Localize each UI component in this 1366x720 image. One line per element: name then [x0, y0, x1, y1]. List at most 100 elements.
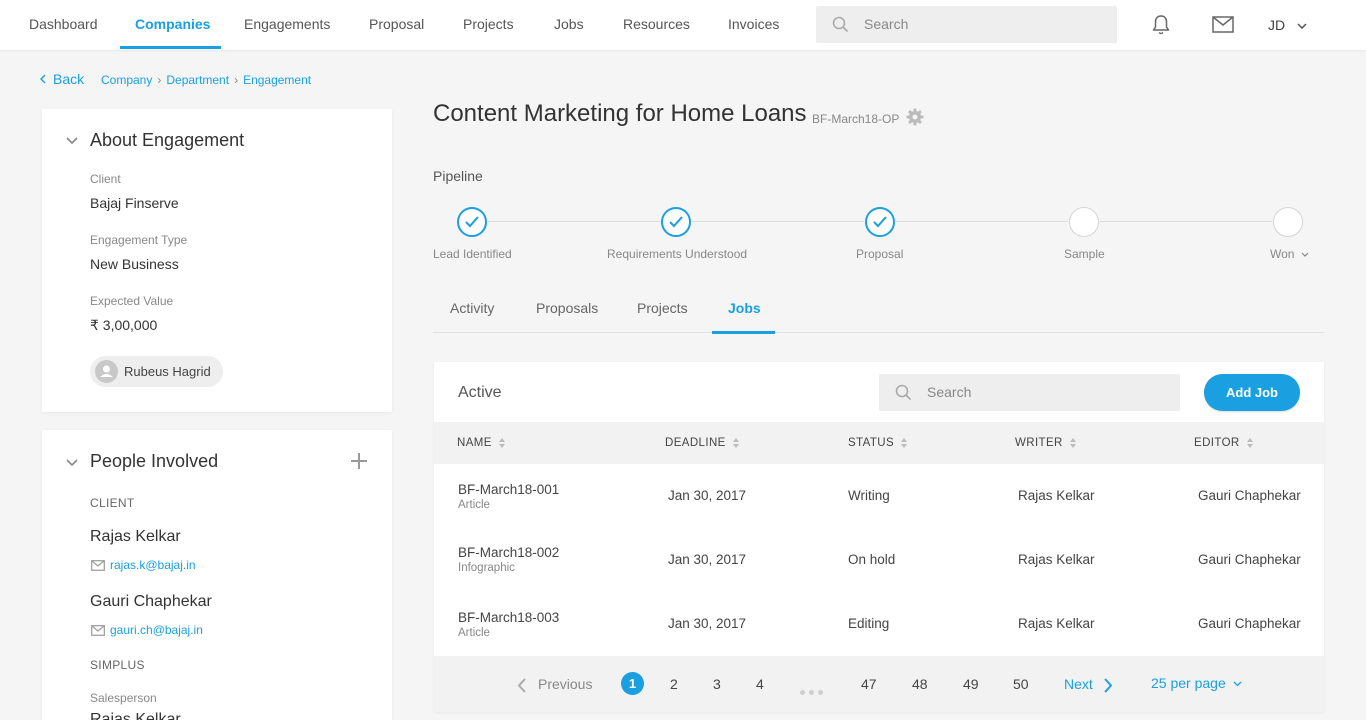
top-navigation: Dashboard Companies Engagements Proposal… [0, 0, 1366, 50]
job-editor: Gauri Chaphekar [1198, 616, 1301, 631]
nav-projects[interactable]: Projects [463, 0, 514, 50]
nav-proposal[interactable]: Proposal [369, 0, 424, 50]
pipeline-step-proposal[interactable] [865, 207, 895, 237]
tab-activity[interactable]: Activity [450, 300, 494, 316]
tab-proposals[interactable]: Proposals [536, 300, 598, 316]
sort-icon [901, 437, 908, 448]
column-header-name[interactable]: NAME [457, 422, 505, 464]
job-editor: Gauri Chaphekar [1198, 552, 1301, 567]
sort-icon [498, 437, 505, 448]
avatar [95, 360, 118, 383]
pipeline-connector [488, 221, 660, 222]
jobs-panel-title: Active [458, 384, 502, 401]
column-header-label: EDITOR [1194, 437, 1240, 449]
chevron-down-icon [1233, 681, 1242, 687]
nav-resources[interactable]: Resources [623, 0, 690, 50]
salesperson-label: Salesperson [90, 691, 157, 705]
sort-icon [732, 437, 739, 448]
tab-projects[interactable]: Projects [637, 300, 688, 316]
pipeline-step-requirements-understood[interactable] [661, 207, 691, 237]
page-link[interactable]: 2 [670, 656, 678, 712]
column-header-label: WRITER [1015, 437, 1063, 449]
breadcrumb-separator: › [157, 73, 162, 87]
person-icon [100, 365, 113, 377]
nav-engagements[interactable]: Engagements [244, 0, 330, 50]
owner-name: Rubeus Hagrid [124, 364, 211, 379]
job-deadline: Jan 30, 2017 [668, 488, 747, 503]
pipeline-step-won[interactable] [1273, 207, 1303, 237]
simplus-section-label: SIMPLUS [90, 658, 145, 672]
per-page-dropdown[interactable]: 25 per page [1151, 656, 1242, 710]
table-row[interactable]: BF-March18-001 Article Jan 30, 2017 Writ… [434, 464, 1324, 528]
job-status: On hold [848, 552, 896, 567]
job-name: BF-March18-001 [458, 482, 560, 497]
bell-icon[interactable] [1151, 14, 1171, 36]
job-name: BF-March18-003 [458, 610, 560, 625]
job-writer: Rajas Kelkar [1018, 616, 1095, 631]
expected-value-value: ₹ 3,00,000 [90, 317, 158, 333]
global-search-input[interactable]: Search [816, 6, 1117, 43]
salesperson-name: Rajas Kelkar [90, 711, 181, 720]
pipeline-step-label: Won [1270, 247, 1295, 261]
sort-icon [1069, 437, 1076, 448]
pipeline-connector [896, 221, 1068, 222]
engagement-type-value: New Business [90, 256, 179, 272]
pipeline-step-lead-identified[interactable] [457, 207, 487, 237]
tab-active-indicator [712, 331, 775, 334]
pipeline-won-dropdown[interactable]: Won [1270, 247, 1309, 261]
page-current[interactable]: 1 [621, 672, 644, 695]
pipeline-step-sample[interactable] [1069, 207, 1099, 237]
column-header-status[interactable]: STATUS [848, 422, 908, 464]
tabs-divider [433, 332, 1324, 333]
mail-icon[interactable] [1212, 16, 1234, 33]
nav-invoices[interactable]: Invoices [728, 0, 779, 50]
collapse-chevron-icon[interactable] [66, 137, 78, 145]
user-menu[interactable]: JD [1268, 0, 1307, 50]
pagination-ellipsis [800, 682, 827, 700]
user-initials: JD [1268, 17, 1286, 33]
check-icon [465, 216, 479, 228]
pipeline-connector [1100, 221, 1272, 222]
nav-dashboard[interactable]: Dashboard [29, 0, 98, 50]
column-header-deadline[interactable]: DEADLINE [665, 422, 739, 464]
engagement-code: BF-March18-OP [812, 112, 900, 126]
job-type: Infographic [458, 562, 515, 574]
previous-page-button[interactable]: Previous [517, 656, 592, 712]
breadcrumb-engagement[interactable]: Engagement [243, 73, 311, 87]
page-link[interactable]: 4 [756, 656, 764, 712]
page-link[interactable]: 50 [1013, 656, 1029, 712]
add-person-icon[interactable] [350, 452, 368, 470]
global-search-placeholder: Search [864, 16, 909, 32]
column-header-writer[interactable]: WRITER [1015, 422, 1076, 464]
job-type: Article [458, 627, 490, 639]
sort-icon [1246, 437, 1253, 448]
page-link[interactable]: 48 [912, 656, 928, 712]
expected-value-label: Expected Value [90, 294, 174, 308]
jobs-panel: Active Search Add Job NAME DEADLINE STAT… [434, 362, 1324, 712]
page-link[interactable]: 47 [861, 656, 877, 712]
add-job-button[interactable]: Add Job [1204, 374, 1300, 411]
page-link[interactable]: 49 [963, 656, 979, 712]
client-person-name: Rajas Kelkar [90, 528, 181, 545]
table-row[interactable]: BF-March18-003 Article Jan 30, 2017 Edit… [434, 592, 1324, 656]
nav-companies[interactable]: Companies [135, 0, 210, 50]
breadcrumb-company[interactable]: Company [101, 73, 152, 87]
jobs-search-input[interactable]: Search [879, 374, 1180, 411]
table-row[interactable]: BF-March18-002 Infographic Jan 30, 2017 … [434, 528, 1324, 592]
pipeline-step-label: Proposal [856, 247, 904, 261]
nav-jobs[interactable]: Jobs [554, 0, 584, 50]
next-label: Next [1064, 676, 1093, 692]
back-label: Back [53, 71, 85, 87]
page-link[interactable]: 3 [713, 656, 721, 712]
client-label: Client [90, 172, 121, 186]
check-icon [873, 216, 887, 228]
gear-icon[interactable] [906, 108, 924, 126]
breadcrumb-department[interactable]: Department [166, 73, 229, 87]
collapse-chevron-icon[interactable] [66, 459, 78, 467]
about-engagement-card: About Engagement Client Bajaj Finserve E… [42, 109, 392, 412]
back-link[interactable]: Back [40, 71, 84, 87]
next-page-button[interactable]: Next [1064, 656, 1113, 712]
column-header-editor[interactable]: EDITOR [1194, 422, 1253, 464]
tab-jobs[interactable]: Jobs [728, 300, 761, 316]
owner-chip[interactable]: Rubeus Hagrid [90, 356, 223, 387]
